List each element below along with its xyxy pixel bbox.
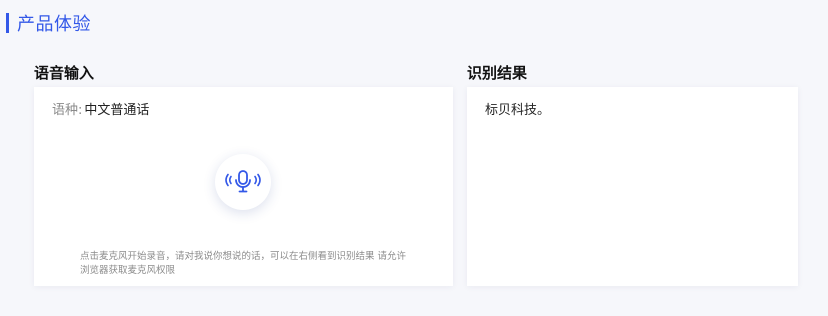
section-title-text: 产品体验 [17,14,91,35]
microphone-icon [225,170,261,193]
language-value[interactable]: 中文普通话 [84,99,149,118]
recording-hint: 点击麦克风开始录音，请对我说你想说的话，可以在右侧看到识别结果 请允许浏览器获取… [80,251,407,276]
title-accent-bar [6,13,9,33]
recognition-result-panel: 标贝科技。 [467,87,798,286]
language-label: 语种: [52,103,83,118]
voice-input-panel: 语种: 中文普通话 点击麦克风开始录音，请对我说你想说的话，可以在右侧看到识别结… [34,87,453,286]
microphone-button[interactable] [215,154,271,210]
recognition-result-text: 标贝科技。 [485,103,551,118]
section-title: 产品体验 [6,12,91,35]
input-panel-heading: 语音输入 [34,64,95,82]
result-panel-heading: 识别结果 [467,64,528,82]
language-selector[interactable]: 语种: 中文普通话 [52,99,149,118]
